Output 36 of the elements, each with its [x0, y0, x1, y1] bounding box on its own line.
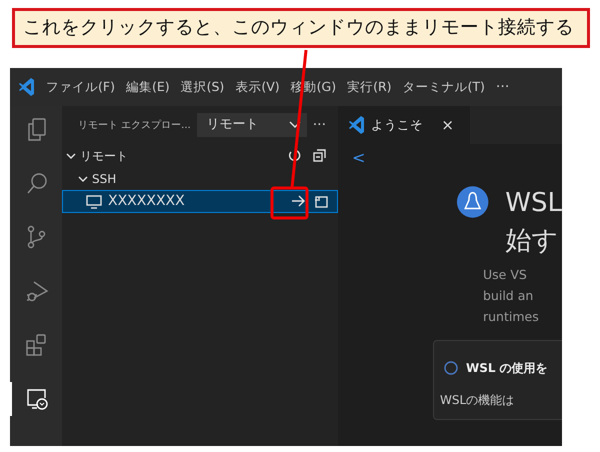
panel-title: リモート エクスプロー... [78, 118, 191, 132]
description-line: build an [483, 287, 534, 305]
chevron-down-icon [288, 121, 301, 129]
remote-dropdown[interactable]: リモート [196, 113, 307, 137]
tree-item[interactable]: XXXXXXXX [62, 190, 338, 213]
description-line: runtimes [483, 308, 540, 326]
card-title: WSL の使用を [466, 360, 548, 377]
menu-item[interactable]: 表示(V) [235, 78, 280, 96]
menu-item[interactable]: 編集(E) [126, 78, 170, 96]
tree-label: リモート [80, 148, 128, 164]
callout-text: これをクリックすると、このウィンドウのままリモート接続する [12, 8, 590, 48]
monitor-icon [86, 194, 102, 208]
heading-line: WSL [505, 187, 562, 220]
circle-icon [444, 361, 458, 375]
arrow-right-icon[interactable] [291, 195, 305, 207]
editor-tab[interactable]: ようこそ × [338, 106, 470, 144]
close-button[interactable]: × [441, 114, 454, 136]
menu-item[interactable]: 実行(R) [347, 78, 392, 96]
more-actions-button[interactable]: ··· [312, 114, 326, 136]
menu-item[interactable]: 選択(S) [180, 78, 224, 96]
back-button[interactable]: < [352, 150, 362, 166]
menu-item[interactable]: ファイル(F) [46, 78, 115, 96]
collapse-all-icon[interactable] [313, 149, 326, 162]
refresh-icon[interactable] [288, 149, 301, 162]
description-line: Use VS [483, 266, 528, 284]
chevron-down-icon[interactable] [66, 150, 76, 160]
heading-line: 始す [505, 225, 560, 258]
more-menu[interactable]: ··· [496, 76, 510, 98]
chevron-down-icon[interactable] [78, 174, 88, 184]
card-text: WSLの機能は [440, 392, 516, 409]
new-window-icon[interactable] [314, 195, 328, 208]
tree-label: SSH [92, 170, 116, 188]
app-logo-icon [18, 77, 35, 97]
menu-item[interactable]: ターミナル(T) [402, 78, 485, 96]
highlight-frame [270, 186, 308, 220]
app-logo-icon [348, 115, 365, 135]
